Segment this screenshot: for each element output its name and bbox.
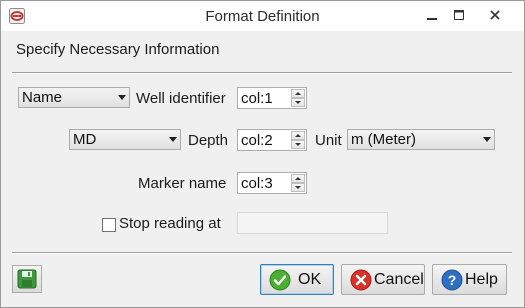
top-divider xyxy=(12,72,512,74)
close-icon xyxy=(490,10,500,20)
chevron-down-icon xyxy=(169,137,177,142)
ok-button[interactable]: OK xyxy=(260,264,334,295)
depth-column-spinner[interactable] xyxy=(237,129,307,151)
depth-label: Depth xyxy=(188,132,229,149)
well-identifier-type-select[interactable]: Name xyxy=(18,87,130,108)
well-identifier-type-value: Name xyxy=(22,89,63,106)
stop-reading-field xyxy=(237,212,388,234)
chevron-down-icon xyxy=(483,137,491,142)
stop-reading-checkbox[interactable] xyxy=(102,218,116,232)
marker-name-column-spinner[interactable] xyxy=(237,172,307,194)
well-identifier-column-spinner[interactable] xyxy=(237,87,307,109)
spin-down-button[interactable] xyxy=(291,183,305,192)
title-bar: Format Definition xyxy=(1,1,524,31)
chevron-down-icon xyxy=(118,95,126,100)
stop-reading-label: Stop reading at xyxy=(119,215,221,232)
dialog-content: Specify Necessary Information Name Well … xyxy=(1,31,524,307)
check-icon xyxy=(269,269,291,291)
minimize-icon xyxy=(427,18,437,20)
unit-select[interactable]: m (Meter) xyxy=(347,129,495,150)
depth-type-value: MD xyxy=(73,131,97,148)
depth-type-select[interactable]: MD xyxy=(69,129,181,150)
section-heading: Specify Necessary Information xyxy=(16,41,220,58)
maximize-icon xyxy=(454,10,464,20)
marker-name-label: Marker name xyxy=(138,175,227,192)
help-icon: ? xyxy=(441,269,463,291)
close-button[interactable] xyxy=(482,1,508,31)
spin-up-button[interactable] xyxy=(291,131,305,140)
maximize-button[interactable] xyxy=(446,1,472,31)
spin-up-button[interactable] xyxy=(291,174,305,183)
svg-text:?: ? xyxy=(448,272,457,288)
dialog-window: Format Definition Specify Necessary Info… xyxy=(0,0,525,308)
minimize-button[interactable] xyxy=(419,1,445,31)
cancel-button[interactable]: Cancel xyxy=(341,264,425,295)
depth-column-input[interactable] xyxy=(238,130,291,150)
marker-name-column-input[interactable] xyxy=(238,173,291,193)
help-button[interactable]: ? Help xyxy=(432,264,507,295)
spin-down-button[interactable] xyxy=(291,140,305,149)
spin-up-button[interactable] xyxy=(291,89,305,98)
cancel-button-label: Cancel xyxy=(374,271,424,288)
help-button-label: Help xyxy=(465,271,498,288)
well-identifier-label: Well identifier xyxy=(136,90,226,107)
cancel-icon xyxy=(350,269,372,291)
spin-down-button[interactable] xyxy=(291,98,305,107)
save-button[interactable] xyxy=(12,265,42,293)
well-identifier-column-input[interactable] xyxy=(238,88,291,108)
unit-value: m (Meter) xyxy=(351,131,416,148)
save-icon xyxy=(17,269,37,289)
bottom-divider xyxy=(12,252,512,254)
ok-button-label: OK xyxy=(298,271,322,288)
unit-label: Unit xyxy=(315,132,342,149)
